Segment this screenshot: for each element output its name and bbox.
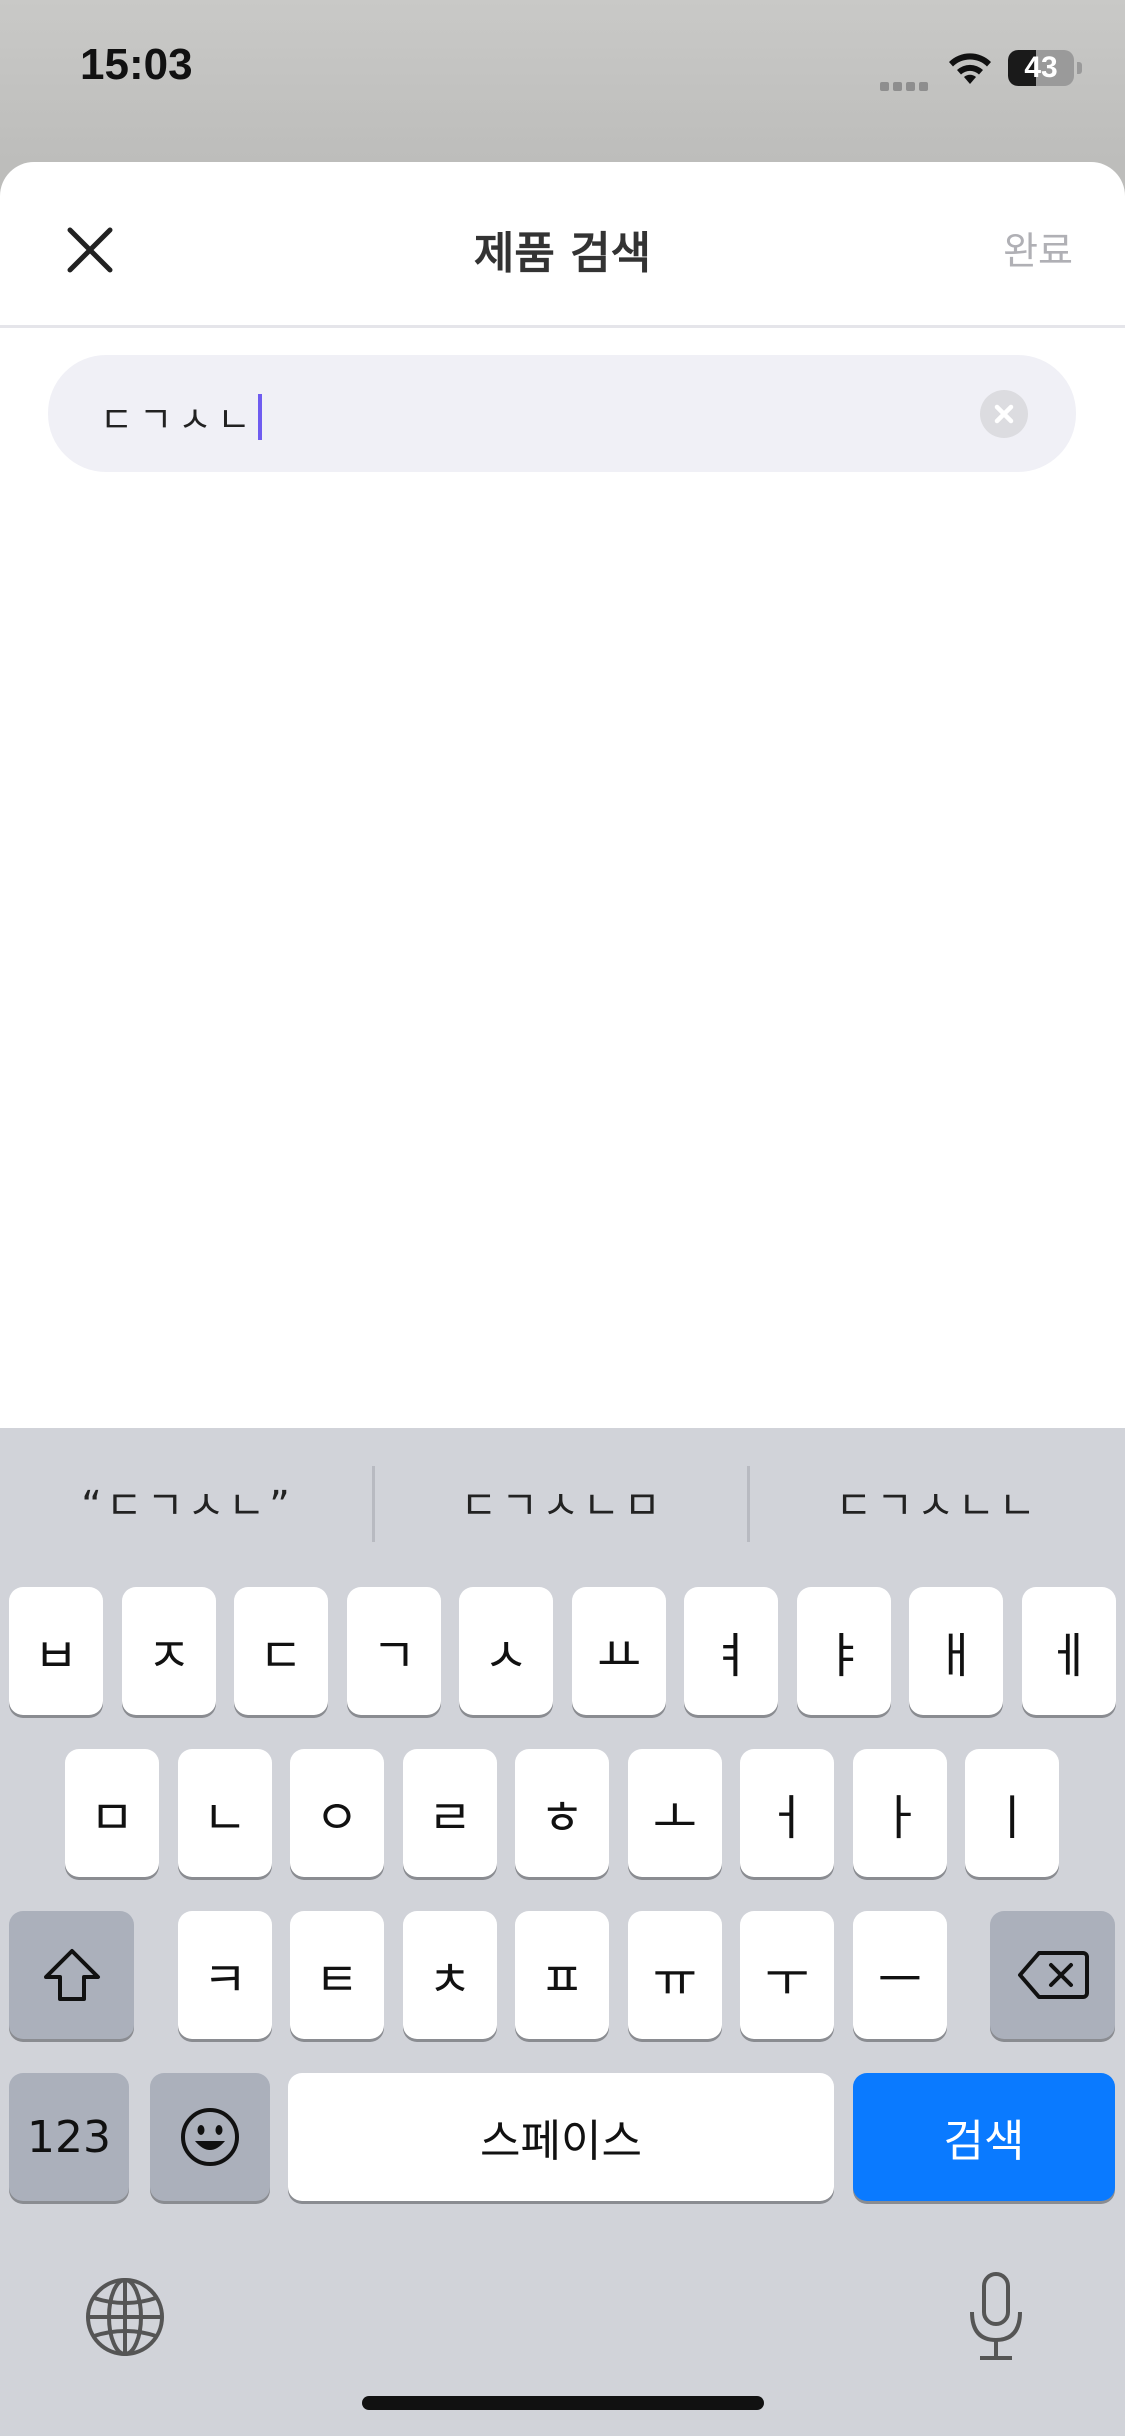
key[interactable]: ㄷ <box>234 1587 328 1715</box>
key[interactable]: ㅋ <box>178 1911 272 2039</box>
suggestion-bar: “ㄷㄱㅅㄴ” ㄷㄱㅅㄴㅁ ㄷㄱㅅㄴㄴ <box>0 1428 1125 1578</box>
key[interactable]: ㅌ <box>290 1911 384 2039</box>
key[interactable]: ㅊ <box>403 1911 497 2039</box>
key[interactable]: ㅎ <box>515 1749 609 1877</box>
page-title: 제품 검색 <box>473 228 652 279</box>
battery-tip <box>1077 62 1082 74</box>
key[interactable]: ㅠ <box>628 1911 722 2039</box>
key[interactable]: ㅛ <box>572 1587 666 1715</box>
key[interactable]: ㄹ <box>403 1749 497 1877</box>
key[interactable]: ㅇ <box>290 1749 384 1877</box>
microphone-icon[interactable] <box>964 2270 1028 2364</box>
shift-icon <box>43 1949 100 2001</box>
key[interactable]: ㅓ <box>740 1749 834 1877</box>
key[interactable]: ㅜ <box>740 1911 834 2039</box>
space-key[interactable]: 스페이스 <box>288 2073 834 2201</box>
suggestion-2[interactable]: ㄷㄱㅅㄴㅁ <box>375 1473 750 1531</box>
battery-level: 43 <box>1024 51 1058 84</box>
key[interactable]: ㅔ <box>1022 1587 1116 1715</box>
key[interactable]: ㅈ <box>122 1587 216 1715</box>
nav-bar: 제품 검색 완료 <box>0 162 1125 328</box>
key[interactable]: ㄱ <box>347 1587 441 1715</box>
search-text: ㄷㄱㅅㄴ <box>100 400 257 441</box>
key[interactable]: ㅅ <box>459 1587 553 1715</box>
done-button[interactable]: 완료 <box>1003 220 1073 275</box>
suggestion-3[interactable]: ㄷㄱㅅㄴㄴ <box>750 1473 1125 1531</box>
key[interactable]: ㅐ <box>909 1587 1003 1715</box>
emoji-icon <box>181 2108 239 2166</box>
backspace-key[interactable] <box>990 1911 1115 2039</box>
home-indicator <box>362 2396 764 2410</box>
key[interactable]: ㅂ <box>9 1587 103 1715</box>
status-time: 15:03 <box>80 40 193 89</box>
search-key[interactable]: 검색 <box>853 2073 1115 2201</box>
key[interactable]: ㄴ <box>178 1749 272 1877</box>
status-bar: 15:03 43 <box>0 0 1125 160</box>
numbers-key[interactable]: 123 <box>9 2073 129 2201</box>
search-input-value: ㄷㄱㅅㄴ <box>100 391 263 443</box>
keyboard: “ㄷㄱㅅㄴ” ㄷㄱㅅㄴㅁ ㄷㄱㅅㄴㄴ ㅂ ㅈ ㄷ ㄱ ㅅ ㅛ ㅕ ㅑ ㅐ ㅔ ㅁ… <box>0 1428 1125 2436</box>
clear-icon <box>994 404 1014 424</box>
text-caret <box>258 394 263 440</box>
key[interactable]: ㅍ <box>515 1911 609 2039</box>
emoji-key[interactable] <box>150 2073 270 2201</box>
backspace-icon <box>1017 1951 1089 1999</box>
suggestion-1[interactable]: “ㄷㄱㅅㄴ” <box>0 1473 375 1531</box>
search-input[interactable]: ㄷㄱㅅㄴ <box>48 355 1076 472</box>
wifi-icon <box>949 53 991 84</box>
key[interactable]: ㅣ <box>965 1749 1059 1877</box>
key[interactable]: ㅏ <box>853 1749 947 1877</box>
key[interactable]: ㅁ <box>65 1749 159 1877</box>
cellular-signal-icon <box>880 76 936 91</box>
shift-key[interactable] <box>9 1911 134 2039</box>
key[interactable]: ㅕ <box>684 1587 778 1715</box>
key[interactable]: ㅡ <box>853 1911 947 2039</box>
globe-icon[interactable] <box>84 2276 166 2358</box>
key[interactable]: ㅗ <box>628 1749 722 1877</box>
battery-icon: 43 <box>1008 50 1074 86</box>
clear-search-button[interactable] <box>980 390 1028 438</box>
key[interactable]: ㅑ <box>797 1587 891 1715</box>
